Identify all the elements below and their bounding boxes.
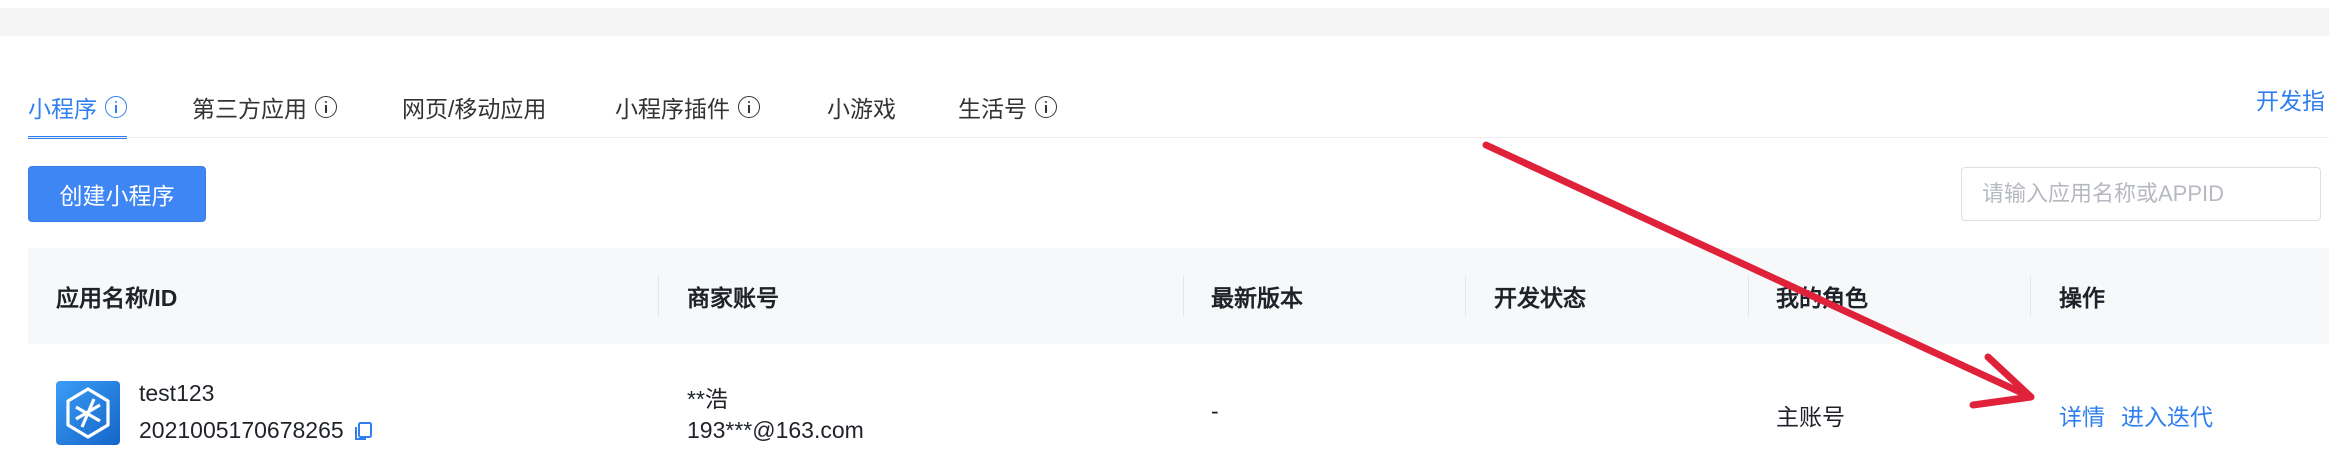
column-header-app-name: 应用名称/ID <box>56 285 178 311</box>
table-header: 应用名称/ID 商家账号 最新版本 开发状态 我的角色 操作 <box>28 248 2329 344</box>
info-icon[interactable] <box>105 96 127 118</box>
my-role: 主账号 <box>1776 404 1845 430</box>
search-input[interactable] <box>1961 167 2321 221</box>
tab-mini-program-plugin[interactable]: 小程序插件 <box>615 78 760 136</box>
app-id: 2021005170678265 <box>139 417 344 443</box>
tab-label: 网页/移动应用 <box>402 96 547 122</box>
tab-mini-program[interactable]: 小程序 <box>28 78 127 139</box>
copy-icon[interactable] <box>352 420 374 442</box>
tab-label: 小程序插件 <box>615 96 730 122</box>
tab-third-party-app[interactable]: 第三方应用 <box>192 78 337 136</box>
dev-guide-link[interactable]: 开发指 <box>2256 82 2325 116</box>
column-header-latest-version: 最新版本 <box>1211 285 1303 311</box>
column-header-my-role: 我的角色 <box>1776 285 1868 311</box>
column-header-dev-status: 开发状态 <box>1494 285 1586 311</box>
app-logo-icon <box>56 381 120 445</box>
enter-iteration-link[interactable]: 进入迭代 <box>2121 398 2213 432</box>
top-gray-bar <box>0 8 2329 36</box>
info-icon[interactable] <box>738 96 760 118</box>
column-separator <box>1465 276 1466 316</box>
merchant-account: 193***@163.com <box>687 417 864 443</box>
info-icon[interactable] <box>315 96 337 118</box>
column-separator <box>1183 276 1184 316</box>
merchant-name: **浩 <box>687 386 728 412</box>
table-row: test123 2021005170678265 **浩 193***@163.… <box>28 344 2329 475</box>
column-separator <box>658 276 659 316</box>
tab-label: 第三方应用 <box>192 96 307 122</box>
tab-label: 小程序 <box>28 96 97 122</box>
column-header-merchant-account: 商家账号 <box>687 285 779 311</box>
tab-divider <box>28 137 2329 138</box>
tab-label: 小游戏 <box>827 96 896 122</box>
column-separator <box>2030 276 2031 316</box>
column-header-actions: 操作 <box>2059 285 2105 311</box>
app-id-wrap: 2021005170678265 <box>139 417 374 444</box>
info-icon[interactable] <box>1035 96 1057 118</box>
column-separator <box>1748 276 1749 316</box>
tab-web-mobile-app[interactable]: 网页/移动应用 <box>402 78 546 136</box>
tab-mini-game[interactable]: 小游戏 <box>827 78 896 136</box>
app-name: test123 <box>139 380 215 406</box>
tab-label: 生活号 <box>958 96 1027 122</box>
tab-life-account[interactable]: 生活号 <box>958 78 1057 136</box>
create-mini-program-button[interactable]: 创建小程序 <box>28 166 206 222</box>
details-link[interactable]: 详情 <box>2059 398 2105 432</box>
latest-version: - <box>1211 398 1219 424</box>
